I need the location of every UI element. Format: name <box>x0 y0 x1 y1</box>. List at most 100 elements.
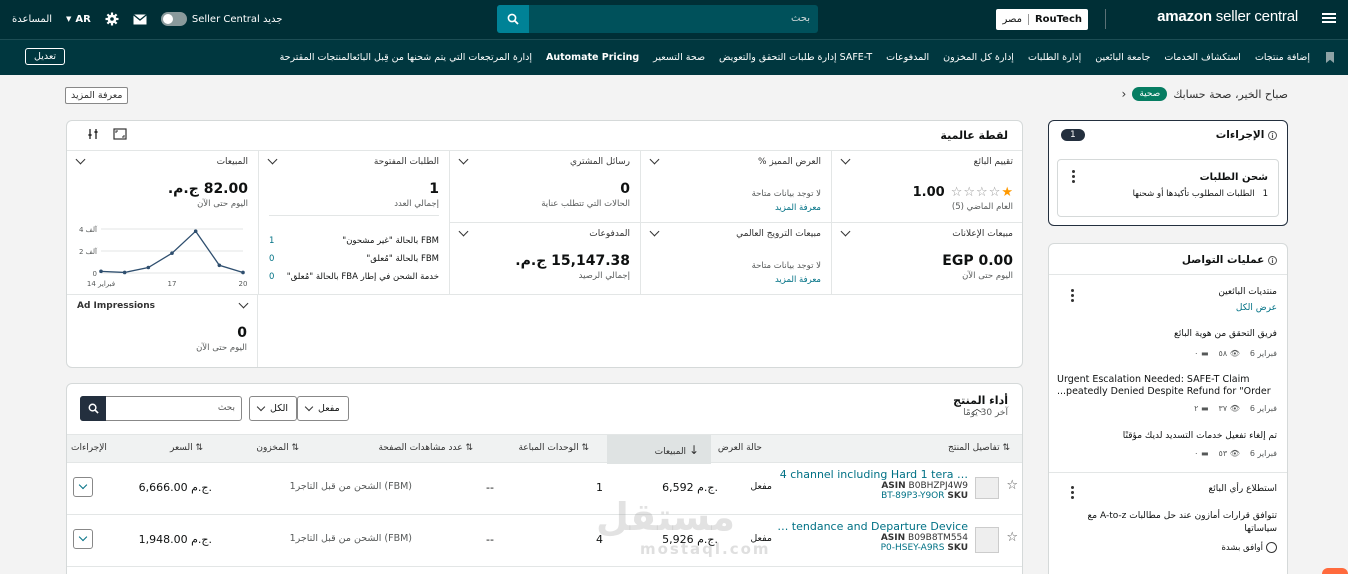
filter-all-dropdown[interactable]: الكل <box>249 396 297 421</box>
open-orders-title: الطلبات المفتوحة <box>373 157 439 167</box>
list-item[interactable]: FBM بالحالة "غير مشحون" 1 <box>269 232 439 250</box>
seller-rating-cell[interactable]: تقييم البائع ★ ☆ ☆ ☆ ☆ 1.00 العام الماضي (5) <box>831 151 1022 223</box>
order-row-count[interactable]: 1 <box>269 236 274 246</box>
toggle-switch[interactable] <box>160 12 187 26</box>
order-row-count[interactable]: 0 <box>269 254 274 264</box>
post-title[interactable]: Urgent Escalation Needed: SAFE-T Claim .… <box>1057 374 1277 398</box>
radio-button[interactable] <box>1266 542 1277 553</box>
nav-item-returns[interactable]: إدارة المرتجعات التي يتم شحنها من قِبل ا… <box>280 52 532 63</box>
filter-status-dropdown[interactable]: مفعل <box>297 396 349 421</box>
sku-value[interactable]: P0-HSEY-A9RS <box>881 543 945 553</box>
col-label: المخزون <box>256 443 289 453</box>
inventory-value[interactable]: 1الشحن من قبل التاجر (FBM) <box>290 481 412 492</box>
global-promo-cell[interactable]: مبيعات الترويج العالمي لا توجد بيانات مت… <box>640 223 831 295</box>
edit-nav-button[interactable]: تعديل <box>25 48 66 65</box>
payments-cell[interactable]: المدفوعات 15,147.38 ج.م. إجمالي الرصيد <box>449 223 640 295</box>
language-selector[interactable]: ▼ AR <box>66 14 91 25</box>
bookmark-icon[interactable] <box>1326 52 1334 63</box>
col-inventory[interactable]: المخزون ⇅ <box>256 443 299 453</box>
nav-item-safe-t[interactable]: إدارة طلبات التحقق والتعويض SAFE-T <box>719 52 872 63</box>
help-link[interactable]: المساعدة <box>12 14 52 25</box>
chevron-up-icon[interactable]: ︿ <box>972 400 982 415</box>
sales-cell[interactable]: المبيعات 82.00 ج.م. اليوم حتى الآن 4 آلف… <box>67 151 258 295</box>
nav-item-pricing-health[interactable]: صحة التسعير <box>653 52 705 63</box>
menu-icon[interactable] <box>1322 11 1336 25</box>
product-thumbnail[interactable] <box>975 527 999 553</box>
col-page-views[interactable]: عدد مشاهدات الصفحة ⇅ <box>378 443 473 453</box>
settings-sliders-icon[interactable] <box>87 128 99 140</box>
featured-offer-cell[interactable]: العرض المميز % لا توجد بيانات متاحة معرف… <box>640 151 831 223</box>
open-orders-cell[interactable]: الطلبات المفتوحة 1 إجمالي العدد FBM بالح… <box>258 151 449 295</box>
more-options-icon[interactable] <box>1072 170 1075 185</box>
col-units-sold[interactable]: الوحدات المباعة ⇅ <box>518 443 589 453</box>
gear-icon[interactable] <box>105 12 119 26</box>
sort-icon: ⇅ <box>465 443 473 453</box>
info-icon[interactable]: i <box>1268 256 1277 265</box>
chevron-left-icon[interactable]: › <box>1122 87 1127 101</box>
featured-offer-link[interactable]: معرفة المزيد <box>651 203 821 213</box>
list-item[interactable]: FBM بالحالة "مُعلق" 0 <box>269 250 439 268</box>
col-product-details[interactable]: تفاصيل المنتج ⇅ <box>948 443 1010 453</box>
nav-item-seller-university[interactable]: جامعة البائعين <box>1095 52 1150 63</box>
new-seller-central-toggle[interactable]: Seller Central جديد <box>160 12 282 26</box>
row-actions-dropdown[interactable] <box>73 477 93 497</box>
feedback-tab[interactable] <box>1322 568 1348 574</box>
row-actions-dropdown[interactable] <box>73 529 93 549</box>
eye-icon: 👁 <box>1229 404 1240 413</box>
col-price[interactable]: السعر ⇅ <box>170 443 203 453</box>
global-search[interactable]: بحث <box>497 5 818 33</box>
survey-option[interactable]: أوافق بشدة <box>1057 542 1277 553</box>
price-value[interactable]: 1,948.00 ج.م. <box>139 533 212 546</box>
post-title[interactable]: فريق التحقق من هوية البائع <box>1057 329 1277 339</box>
star-outline-icon[interactable]: ☆ <box>1006 530 1018 545</box>
buyer-messages-cell[interactable]: رسائل المشتري 0 الحالات التي تتطلب عناية <box>449 151 640 223</box>
nav-item-manage-orders[interactable]: إدارة الطلبات <box>1028 52 1081 63</box>
account-health-badge[interactable]: صحية <box>1132 87 1168 101</box>
star-outline-icon[interactable]: ☆ <box>1006 478 1018 493</box>
action-item-ship-orders[interactable]: شحن الطلبات 1 الطلبات المطلوب تأكيدها أو … <box>1057 159 1279 217</box>
product-performance-card: أداء المنتج آخر 30 يومًا ︿ بحث الكل مفعل… <box>66 383 1023 574</box>
expand-icon[interactable] <box>113 128 127 140</box>
order-row-count[interactable]: 0 <box>269 272 274 282</box>
search-button[interactable] <box>80 396 106 421</box>
search-button[interactable] <box>497 5 529 33</box>
comment-icon: ▬ <box>1200 449 1209 458</box>
info-icon[interactable]: i <box>1268 131 1277 140</box>
post-title[interactable]: تم إلغاء تفعيل خدمات التسديد لديك مؤقتًا <box>1057 431 1277 441</box>
forum-post[interactable]: تم إلغاء تفعيل خدمات التسديد لديك مؤقتًا… <box>1057 431 1277 458</box>
ad-impressions-cell[interactable]: Ad Impressions 0 اليوم حتى الآن <box>67 295 258 367</box>
logo[interactable]: amazon seller central <box>1157 8 1298 25</box>
store-selector[interactable]: مصر RouTech <box>996 9 1088 30</box>
col-offer-status[interactable]: حالة العرض <box>718 443 762 453</box>
inventory-value[interactable]: 1الشحن من قبل التاجر (FBM) <box>290 533 412 544</box>
more-options-icon[interactable] <box>1071 289 1074 304</box>
nav-item-explore-services[interactable]: استكشاف الخدمات <box>1164 52 1241 63</box>
post-views: 👁 ٥٨ <box>1219 349 1240 358</box>
logo-product: seller central <box>1215 8 1298 25</box>
more-options-icon[interactable] <box>1071 486 1074 501</box>
product-name-link[interactable]: … tendance and Departure Device <box>777 520 968 533</box>
price-value[interactable]: 6,666.00 ج.م. <box>139 481 212 494</box>
forum-post[interactable]: Urgent Escalation Needed: SAFE-T Claim .… <box>1057 374 1277 413</box>
global-promo-link[interactable]: معرفة المزيد <box>651 275 821 285</box>
nav-item-payments[interactable]: المدفوعات <box>886 52 929 63</box>
product-name-link[interactable]: 4 channel including Hard 1 tera … <box>780 468 968 481</box>
col-label: السعر <box>169 443 193 453</box>
product-thumbnail[interactable] <box>975 477 999 499</box>
nav-item-add-products[interactable]: إضافة منتجات <box>1255 52 1310 63</box>
list-item[interactable]: خدمة الشحن في إطار FBA بالحالة "مُعلق" 0 <box>269 268 439 286</box>
nav-item-automate-pricing[interactable]: Automate Pricing <box>546 52 639 63</box>
seller-survey: استطلاع رأي البائع تتوافق قرارات أمازون … <box>1057 484 1277 553</box>
ad-impressions-value: 0 <box>237 325 247 341</box>
payments-title: المدفوعات <box>589 229 630 239</box>
nav-item-manage-inventory[interactable]: إدارة كل المخزون <box>943 52 1014 63</box>
product-search[interactable]: بحث <box>80 396 242 421</box>
sku-value[interactable]: BT-89P3-Y9OR <box>881 491 944 501</box>
view-all-link[interactable]: عرض الكل <box>1057 303 1277 313</box>
col-sales[interactable]: المبيعات ↓ <box>655 443 699 457</box>
ad-sales-cell[interactable]: مبيعات الإعلانات EGP 0.00 اليوم حتى الآن <box>831 223 1022 295</box>
action-item-text: الطلبات المطلوب تأكيدها أو شحنها <box>1132 189 1255 199</box>
forum-post[interactable]: فريق التحقق من هوية البائع فبراير 6 👁 ٥٨… <box>1057 329 1277 358</box>
mail-icon[interactable] <box>132 13 147 25</box>
learn-more-button[interactable]: معرفة المزيد <box>65 87 129 104</box>
